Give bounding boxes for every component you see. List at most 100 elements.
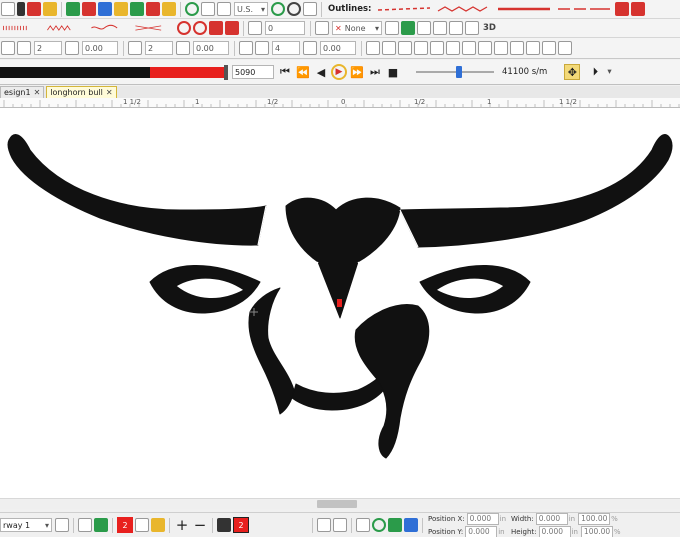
angle-icon[interactable]	[248, 21, 262, 35]
add-icon[interactable]: +	[174, 516, 190, 534]
layer-icon[interactable]	[217, 518, 231, 532]
param-b-field[interactable]: 0.00	[82, 41, 118, 55]
image-tool-icon[interactable]	[66, 2, 80, 16]
param-f-field[interactable]: 0.00	[320, 41, 356, 55]
position-x-field[interactable]: 0.000	[466, 513, 499, 525]
param-a-field[interactable]: 2	[34, 41, 62, 55]
reshape-tool-icon[interactable]	[17, 2, 25, 16]
fill-pattern-2-icon[interactable]	[46, 23, 86, 33]
param-c-field[interactable]: 2	[145, 41, 173, 55]
brush-icon[interactable]	[135, 518, 149, 532]
step-play-icon[interactable]: ⏵	[587, 64, 603, 80]
go-to-start-icon[interactable]: ⏮	[277, 64, 293, 80]
mirror-icon[interactable]	[430, 41, 444, 55]
move-cursor-icon[interactable]: ✥	[564, 64, 581, 80]
star-shape-icon[interactable]	[114, 2, 128, 16]
width-field[interactable]: 0.000	[535, 513, 568, 525]
fill-pattern-3-icon[interactable]	[90, 23, 130, 33]
speed-slider[interactable]	[416, 66, 494, 78]
stitch-position-field[interactable]: 5090	[232, 65, 274, 79]
zoom-icon[interactable]	[271, 2, 285, 16]
stitch-type-3-icon[interactable]	[465, 21, 479, 35]
spool-icon[interactable]	[404, 518, 418, 532]
3d-button[interactable]: 3D	[483, 23, 496, 33]
barcode-icon[interactable]	[317, 518, 331, 532]
outline-style-zigzag-icon[interactable]	[436, 4, 492, 14]
grid-tool-icon[interactable]	[98, 2, 112, 16]
resize-icon[interactable]	[526, 41, 540, 55]
fabric-icon[interactable]	[78, 518, 92, 532]
height-field[interactable]: 0.000	[538, 525, 571, 537]
height-percent-field[interactable]: 100.00	[580, 525, 613, 537]
palette-icon[interactable]	[55, 518, 69, 532]
rotate-right-icon[interactable]	[558, 41, 572, 55]
color-wheel-icon[interactable]	[315, 21, 329, 35]
circle-icon[interactable]	[372, 518, 386, 532]
stitch-progress-bar[interactable]	[0, 66, 224, 78]
group-icon[interactable]	[462, 41, 476, 55]
apparel-icon[interactable]	[146, 2, 160, 16]
fill-icon[interactable]	[385, 21, 399, 35]
rotate-left-icon[interactable]	[542, 41, 556, 55]
go-to-end-icon[interactable]: ⏭	[367, 64, 383, 80]
stop-icon[interactable]: ■	[385, 64, 401, 80]
param-e-field[interactable]: 4	[272, 41, 300, 55]
tab-longhorn-bull[interactable]: longhorn bull ✕	[46, 86, 117, 98]
applique-icon[interactable]	[401, 21, 415, 35]
move-node-icon[interactable]	[255, 41, 269, 55]
spacing-icon[interactable]	[65, 41, 79, 55]
horizontal-scrollbar-thumb[interactable]	[317, 500, 357, 508]
design-canvas[interactable]	[0, 108, 680, 498]
stitch-type-icon[interactable]	[433, 21, 447, 35]
outline-style-dashed-icon[interactable]	[376, 4, 432, 14]
width-percent-field[interactable]: 100.00	[578, 513, 611, 525]
select-tool-icon[interactable]	[1, 2, 15, 16]
pattern-icon[interactable]	[333, 518, 347, 532]
units-select[interactable]: U.S. ▾	[234, 2, 268, 16]
horizontal-scrollbar[interactable]	[0, 498, 680, 509]
fill-pattern-4-icon[interactable]	[134, 23, 174, 33]
distribute-icon[interactable]	[414, 41, 428, 55]
stitch-type-2-icon[interactable]	[449, 21, 463, 35]
offset-icon[interactable]	[303, 41, 317, 55]
outline-style-motif-icon[interactable]	[556, 4, 612, 14]
rotate-icon[interactable]	[287, 2, 301, 16]
align-right-icon[interactable]	[398, 41, 412, 55]
shirt-icon[interactable]	[94, 518, 108, 532]
lettering-tool-icon[interactable]	[27, 2, 41, 16]
chevron-down-icon[interactable]: ▾	[607, 67, 611, 77]
circle-shape-icon[interactable]	[185, 2, 199, 16]
flip-icon[interactable]	[446, 41, 460, 55]
fast-forward-icon[interactable]: ⏩	[349, 64, 365, 80]
arrange-icon[interactable]	[494, 41, 508, 55]
close-icon[interactable]: ✕	[34, 87, 41, 98]
hand-icon[interactable]	[303, 2, 317, 16]
speed-slider-thumb[interactable]	[456, 66, 462, 78]
align-left-icon[interactable]	[366, 41, 380, 55]
layer-count-badge[interactable]: 2	[233, 517, 249, 533]
shirt-icon[interactable]	[130, 2, 144, 16]
pull-comp-icon[interactable]	[176, 41, 190, 55]
grid-snap-icon[interactable]	[510, 41, 524, 55]
density-icon[interactable]	[128, 41, 142, 55]
transform-icon[interactable]	[1, 41, 15, 55]
step-back-icon[interactable]: ◀	[313, 64, 329, 80]
width-icon[interactable]	[17, 41, 31, 55]
color-blocks-icon[interactable]	[82, 2, 96, 16]
outline-preset-icon[interactable]	[615, 2, 630, 16]
outline-style-satin-icon[interactable]	[496, 4, 552, 14]
grid-fill-icon[interactable]	[209, 21, 223, 35]
tab-design1[interactable]: esign1 ✕	[0, 86, 45, 98]
hoop-select[interactable]: rway 1 ▾	[0, 518, 52, 532]
fast-rewind-icon[interactable]: ⏪	[295, 64, 311, 80]
color-none-select[interactable]: ✕ None ▾	[332, 21, 382, 35]
spiral-fill-icon[interactable]	[177, 21, 191, 35]
3d-view-icon[interactable]	[388, 518, 402, 532]
fill-pattern-1-icon[interactable]	[2, 23, 42, 33]
line-icon[interactable]	[356, 518, 370, 532]
cross-fill-icon[interactable]	[225, 21, 239, 35]
play-icon[interactable]: ▶	[331, 64, 347, 80]
param-d-field[interactable]: 0.00	[193, 41, 229, 55]
table-icon[interactable]	[201, 2, 215, 16]
window-icon[interactable]	[217, 2, 231, 16]
